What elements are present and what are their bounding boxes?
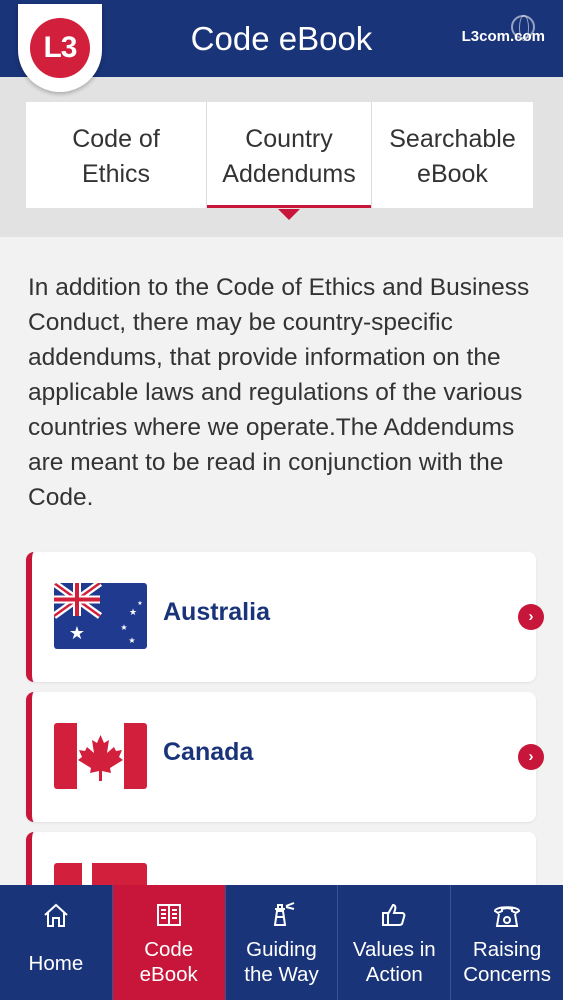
nav-label-line1: Raising: [472, 938, 542, 961]
tab-code-of-ethics[interactable]: Code of Ethics: [26, 102, 206, 208]
nav-values-in-action[interactable]: Values in Action: [338, 885, 452, 1000]
thumbs-up-icon: [380, 901, 408, 934]
nav-guiding-the-way[interactable]: Guiding the Way: [226, 885, 339, 1000]
country-item-australia[interactable]: ★ ★ ★ ★ ★ Australia ›: [26, 552, 544, 682]
active-tab-indicator: [207, 205, 371, 208]
nav-label: Home: [28, 952, 84, 975]
nav-label-line2: eBook: [139, 963, 198, 986]
svg-text:★: ★: [129, 608, 137, 618]
tab-country-addendums[interactable]: Country Addendums: [206, 102, 372, 220]
book-icon: [155, 901, 183, 934]
tab-label-line2: Addendums: [222, 160, 356, 188]
nav-label-line2: Action: [365, 963, 423, 986]
nav-label-line2: Concerns: [463, 963, 551, 986]
chevron-right-icon: ›: [518, 744, 544, 770]
svg-text:★: ★: [69, 623, 85, 644]
nav-home[interactable]: Home: [0, 885, 113, 1000]
bottom-navigation: Home Code eBook Guiding the Way Values i…: [0, 885, 563, 1000]
l3com-link[interactable]: L3com.com: [462, 28, 545, 45]
nav-label-line2: the Way: [244, 963, 319, 986]
tab-searchable-ebook[interactable]: Searchable eBook: [372, 102, 533, 208]
svg-text:★: ★: [128, 636, 135, 645]
country-name: Canada: [163, 738, 254, 766]
nav-label-line1: Guiding: [246, 938, 317, 961]
country-item-canada[interactable]: Canada ›: [26, 692, 544, 822]
nav-label-line1: Values in: [352, 938, 436, 961]
canada-flag-icon: [54, 723, 147, 789]
l3-logo[interactable]: L3: [18, 4, 102, 92]
australia-flag-icon: ★ ★ ★ ★ ★: [54, 583, 147, 649]
nav-code-ebook[interactable]: Code eBook: [112, 885, 226, 1000]
phone-icon: [492, 901, 522, 934]
chevron-right-icon: ›: [518, 604, 544, 630]
nav-raising-concerns[interactable]: Raising Concerns: [451, 885, 563, 1000]
intro-paragraph: In addition to the Code of Ethics and Bu…: [28, 274, 530, 511]
tab-label-line2: Ethics: [81, 160, 151, 188]
tab-label-line2: eBook: [417, 160, 488, 188]
logo-mark: L3: [30, 18, 90, 78]
country-name: Australia: [163, 598, 270, 626]
svg-text:★: ★: [120, 623, 127, 632]
nav-label-line1: Code: [144, 938, 194, 961]
active-tab-caret: [278, 209, 300, 220]
lighthouse-icon: [266, 901, 296, 934]
svg-text:★: ★: [137, 600, 142, 607]
tab-label-line1: Code of: [72, 125, 160, 153]
home-icon: [42, 901, 70, 934]
tab-label-line1: Country: [245, 125, 333, 153]
tab-label-line1: Searchable: [389, 125, 516, 153]
